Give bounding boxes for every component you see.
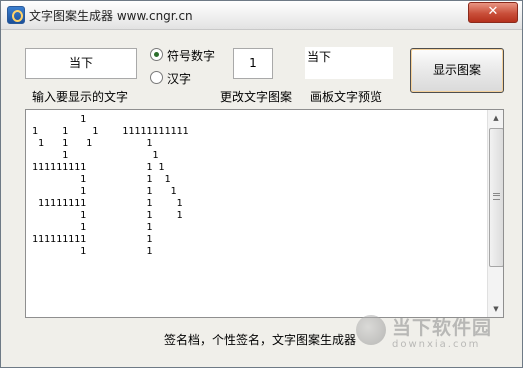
close-button[interactable]: ✕ [468,2,518,23]
footer-text: 签名档，个性签名，文字图案生成器 [164,333,357,347]
text-input[interactable]: 当下 [25,48,137,79]
text-input-caption: 输入要显示的文字 [32,90,129,104]
window-title: 文字图案生成器 www.cngr.cn [29,9,193,23]
radio-symbol-number-indicator[interactable] [150,48,163,61]
title-bar[interactable]: 文字图案生成器 www.cngr.cn ✕ [1,1,522,30]
watermark-sub: downxia.com [392,339,481,350]
show-pattern-button[interactable]: 显示图案 [410,48,504,93]
radio-symbol-number[interactable]: 符号数字 [150,47,220,63]
radio-symbol-number-label: 符号数字 [167,49,216,63]
text-input-value: 当下 [68,56,93,70]
watermark: 当下软件园 downxia.com [356,311,516,359]
pattern-char-input[interactable]: 1 [233,48,273,79]
pattern-output[interactable]: 1 1 1 1 11111111111 1 1 1 1 1 1 11111111… [25,109,504,318]
pattern-char-value: 1 [249,56,257,70]
preview-caption: 画板文字预览 [310,90,383,104]
preview-box: 当下 [305,47,393,79]
scroll-thumb[interactable] [489,128,503,267]
app-icon [7,6,25,24]
app-window: 文字图案生成器 www.cngr.cn ✕ 当下 输入要显示的文字 符号数字 汉… [0,0,523,368]
preview-text: 当下 [307,50,332,64]
radio-hanzi[interactable]: 汉字 [150,70,200,86]
scroll-grip-icon [493,193,500,200]
vertical-scrollbar[interactable]: ▲ ▼ [487,110,503,317]
watermark-logo-icon [356,315,386,345]
scroll-up-icon[interactable]: ▲ [488,110,503,126]
radio-hanzi-label: 汉字 [167,72,192,86]
pattern-char-caption: 更改文字图案 [220,90,293,104]
radio-hanzi-indicator[interactable] [150,71,163,84]
pattern-text: 1 1 1 1 11111111111 1 1 1 1 1 1 11111111… [32,114,189,257]
watermark-main: 当下软件园 [392,317,493,339]
